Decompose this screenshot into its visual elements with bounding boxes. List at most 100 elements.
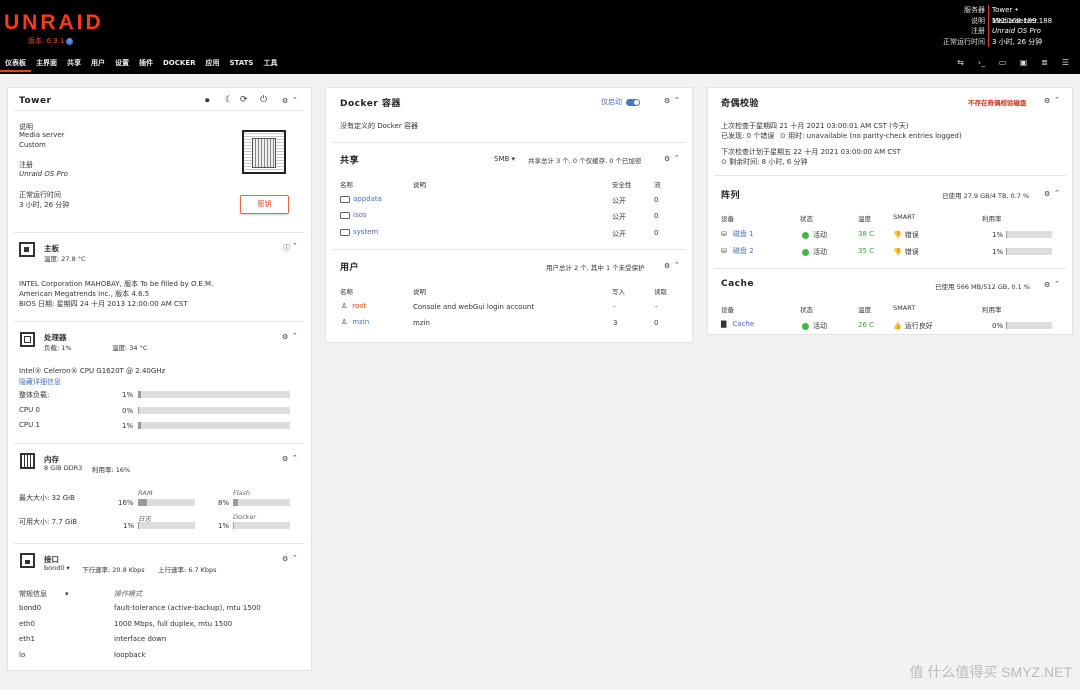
disk-link[interactable]: 磁盘 1 bbox=[733, 230, 754, 238]
tab-main[interactable]: 主界面 bbox=[31, 54, 62, 72]
tab-plugins[interactable]: 插件 bbox=[134, 54, 158, 72]
reboot-icon[interactable]: ⟳ bbox=[240, 95, 248, 105]
chevron-up-icon[interactable]: ⌃ bbox=[292, 332, 298, 340]
flash-bar bbox=[233, 499, 290, 506]
gear-icon[interactable]: ⚙ bbox=[664, 262, 670, 270]
ram-bar bbox=[138, 499, 195, 506]
tab-apps[interactable]: 应用 bbox=[201, 54, 225, 72]
chevron-up-icon[interactable]: ⌃ bbox=[1054, 189, 1060, 197]
gear-icon[interactable]: ⚙ bbox=[1044, 281, 1050, 289]
table-row: ♙ mzin bbox=[341, 318, 369, 326]
info-icon[interactable]: i bbox=[66, 37, 74, 45]
divider bbox=[14, 321, 305, 322]
disk-icon: ⛁ bbox=[721, 230, 727, 238]
table-row: ▇ Cache bbox=[721, 320, 754, 328]
motherboard-icon bbox=[19, 242, 35, 257]
thumbs-up-icon: 👍 bbox=[893, 322, 902, 330]
share-link[interactable]: system bbox=[353, 228, 378, 236]
divider bbox=[14, 232, 305, 233]
table-row: ⛁ 磁盘 2 bbox=[721, 246, 754, 256]
gear-icon[interactable]: ⚙ bbox=[664, 97, 670, 105]
tab-users[interactable]: 用户 bbox=[86, 54, 110, 72]
cpu-icon bbox=[20, 332, 35, 347]
folder-icon bbox=[340, 228, 350, 236]
chevron-up-icon[interactable]: ⌃ bbox=[1054, 280, 1060, 288]
gear-icon[interactable]: ⚙ bbox=[282, 333, 288, 341]
divider bbox=[14, 543, 305, 544]
tab-stats[interactable]: STATS bbox=[225, 54, 259, 72]
tab-shares[interactable]: 共享 bbox=[62, 54, 86, 72]
chevron-up-icon[interactable]: ⌃ bbox=[292, 96, 298, 104]
tab-tools[interactable]: 工具 bbox=[258, 54, 282, 72]
server-case-image bbox=[242, 130, 286, 174]
menu-icon[interactable]: ☰ bbox=[1055, 56, 1076, 70]
watermark: 值 什么值得买 SMYZ.NET bbox=[909, 664, 1072, 680]
top-header: UNRAID 版本: 6.9.1 i 服务器 Tower • 192.168.199… bbox=[0, 0, 1080, 74]
cpu1-bar bbox=[138, 422, 290, 429]
chevron-up-icon[interactable]: ⌃ bbox=[292, 242, 298, 250]
disk-link[interactable]: 磁盘 2 bbox=[733, 247, 754, 255]
info-icon[interactable]: ⓘ bbox=[283, 243, 290, 253]
cache-title: Cache bbox=[721, 279, 755, 289]
shares-title: 共享 bbox=[340, 156, 360, 166]
hide-details-link[interactable]: 隐藏详细信息 bbox=[19, 377, 61, 387]
disk2-util-bar bbox=[1006, 248, 1052, 255]
license-button[interactable]: 密钥 bbox=[240, 195, 289, 214]
main-nav: 仪表板 主界面 共享 用户 设置 插件 DOCKER 应用 STATS 工具 bbox=[0, 54, 282, 72]
gear-icon[interactable]: ⚙ bbox=[282, 97, 288, 105]
disk1-util-bar bbox=[1006, 231, 1052, 238]
user-icon: ♙ bbox=[341, 302, 348, 310]
user-link[interactable]: mzin bbox=[352, 318, 369, 326]
chevron-up-icon[interactable]: ⌃ bbox=[1054, 96, 1060, 104]
display-icon[interactable]: ▣ bbox=[1013, 56, 1034, 70]
tab-docker[interactable]: DOCKER bbox=[158, 54, 201, 72]
chevron-up-icon[interactable]: ⌃ bbox=[292, 554, 298, 562]
table-row: ♙ root bbox=[341, 302, 366, 310]
status-dot bbox=[802, 231, 809, 239]
chevron-up-icon[interactable]: ⌃ bbox=[674, 96, 680, 104]
gear-icon[interactable]: ⚙ bbox=[1044, 97, 1050, 105]
chevron-up-icon[interactable]: ⌃ bbox=[292, 454, 298, 462]
table-row: isos bbox=[340, 211, 367, 219]
tab-settings[interactable]: 设置 bbox=[110, 54, 134, 72]
folder-icon bbox=[340, 195, 350, 203]
power-icon[interactable]: ⏻ bbox=[260, 95, 267, 105]
tab-dashboard[interactable]: 仪表板 bbox=[0, 54, 31, 72]
gear-icon[interactable]: ⚙ bbox=[282, 555, 288, 563]
ssd-icon: ▇ bbox=[721, 320, 727, 328]
log-icon[interactable]: ≣ bbox=[1034, 56, 1055, 70]
clock-icon: ⊙ bbox=[780, 132, 789, 140]
unraid-logo[interactable]: UNRAID bbox=[4, 11, 104, 35]
docker-bar bbox=[233, 522, 290, 529]
parity-title: 奇偶校验 bbox=[721, 99, 760, 109]
chevron-up-icon[interactable]: ⌃ bbox=[674, 261, 680, 269]
user-link[interactable]: root bbox=[352, 302, 366, 310]
sleep-icon[interactable]: ☾ bbox=[225, 95, 233, 105]
interface-select[interactable]: bond0 ▾ bbox=[44, 564, 70, 572]
cache-link[interactable]: Cache bbox=[732, 320, 754, 328]
network-icon bbox=[20, 553, 35, 568]
terminal-icon[interactable]: ⇆ bbox=[950, 56, 971, 70]
chevron-up-icon[interactable]: ⌃ bbox=[674, 154, 680, 162]
divider bbox=[714, 268, 1066, 269]
header-toolbar: ⇆ ›_ ▭ ▣ ≣ ☰ bbox=[950, 56, 1076, 70]
share-link[interactable]: isos bbox=[353, 211, 367, 219]
share-link[interactable]: appdata bbox=[353, 195, 382, 203]
disk-icon: ⛁ bbox=[721, 247, 727, 255]
table-row: ⛁ 磁盘 1 bbox=[721, 229, 754, 239]
gear-icon[interactable]: ⚙ bbox=[282, 455, 288, 463]
console-icon[interactable]: ›_ bbox=[971, 56, 992, 70]
divider bbox=[332, 249, 686, 250]
gear-icon[interactable]: ⚙ bbox=[1044, 190, 1050, 198]
protocol-select[interactable]: SMB ▾ bbox=[494, 155, 515, 163]
divider bbox=[332, 142, 686, 143]
docker-title: Docker 容器 bbox=[340, 99, 401, 109]
feedback-icon[interactable]: ▭ bbox=[992, 56, 1013, 70]
server-info: 服务器 Tower • 192.168.199.188 说明 Media serve… bbox=[918, 5, 1080, 47]
gear-icon[interactable]: ⚙ bbox=[664, 155, 670, 163]
info-type-select[interactable]: 常规信息 ▾ bbox=[19, 589, 69, 599]
only-started-toggle[interactable]: 仅启动 bbox=[601, 97, 640, 107]
stop-array-icon[interactable]: ⏺ bbox=[205, 96, 210, 106]
cpu-overall-bar bbox=[138, 391, 290, 398]
toggle-switch[interactable] bbox=[626, 98, 640, 106]
